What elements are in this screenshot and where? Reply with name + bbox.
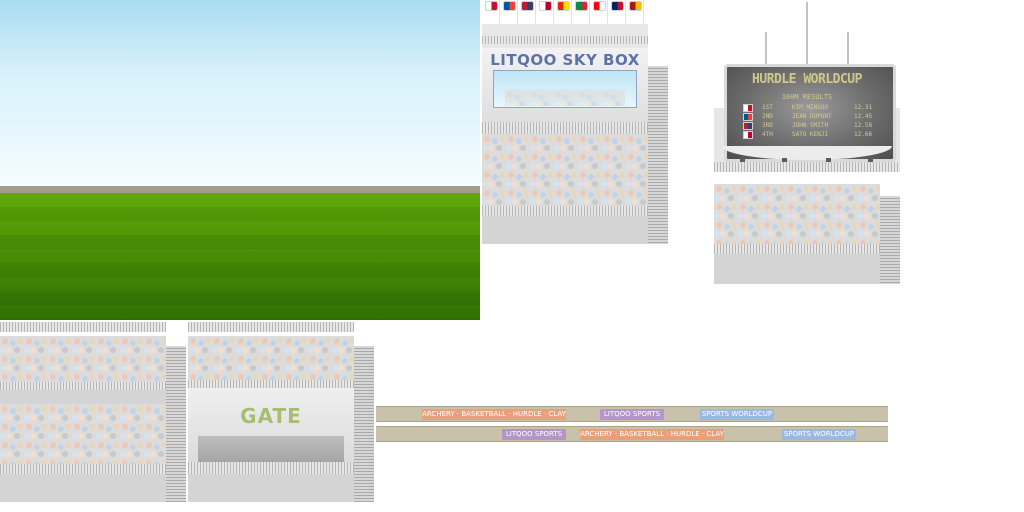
flag-bar	[482, 0, 648, 24]
china-flag	[557, 1, 570, 11]
stand-railing-top	[0, 322, 166, 332]
stand-side-steps	[880, 196, 900, 284]
stand-railing-bottom	[482, 206, 648, 216]
stand-base	[714, 254, 880, 284]
sky	[0, 0, 480, 186]
stand-railing-middle	[188, 380, 354, 388]
france-flag	[743, 113, 753, 121]
stand-walkway	[0, 390, 166, 404]
stand-base	[188, 474, 354, 502]
result-row: 4TH SATO KENJI 12.66	[738, 131, 884, 140]
result-rank: 4TH	[762, 131, 773, 138]
result-name: JEAN DUPONT	[792, 113, 832, 120]
result-time: 12.66	[854, 131, 873, 138]
stand-railing-top	[714, 162, 900, 172]
skybox-stand: LITQOO SKY BOX	[482, 0, 668, 244]
result-time: 12.31	[854, 104, 873, 111]
result-time: 12.45	[854, 113, 873, 120]
stand-railing-middle	[0, 382, 166, 390]
gate-stand: GATE	[188, 322, 374, 502]
ad-sports-worldcup: SPORTS WORLDCUP	[782, 429, 856, 440]
result-row: 2ND JEAN DUPONT 12.45	[738, 113, 884, 122]
spain-flag	[629, 1, 642, 11]
usa-flag	[743, 122, 753, 130]
antenna-pole-left	[765, 32, 767, 68]
roof-railing	[482, 36, 648, 44]
stand-base	[0, 474, 166, 502]
scoreboard-stand: HURDLE WORLDCUP 100M RESULTS 1ST KIM MIN…	[714, 0, 900, 284]
crowd	[188, 336, 354, 382]
ad-litqoo-sports: LITQOO SPORTS	[600, 409, 664, 420]
canada-flag	[593, 1, 606, 11]
stand-railing-top	[482, 122, 648, 134]
antenna-pole-center	[806, 2, 808, 68]
result-rank: 2ND	[762, 113, 773, 120]
result-row: 1ST KIM MINSOO 12.31	[738, 104, 884, 113]
result-name: JOHN SMITH	[792, 122, 829, 129]
skybox-title: LITQOO SKY BOX	[490, 51, 640, 69]
result-name: KIM MINSOO	[792, 104, 829, 111]
scoreboard-title: HURDLE WORLDCUP	[752, 72, 862, 87]
usa-flag	[521, 1, 534, 11]
italy-flag	[575, 1, 588, 11]
ad-sports-list: ARCHERY · BASKETBALL · HURDLE · CLAY	[422, 409, 566, 420]
result-rank: 1ST	[762, 104, 773, 111]
antenna-pole-right	[847, 32, 849, 68]
japan-flag	[743, 131, 753, 139]
ad-board-row-1: ARCHERY · BASKETBALL · HURDLE · CLAY LIT…	[376, 406, 888, 422]
gate-label: GATE	[240, 404, 302, 428]
france-flag	[503, 1, 516, 11]
ad-sports-worldcup: SPORTS WORLDCUP	[700, 409, 774, 420]
crowd	[0, 404, 166, 464]
gate-railing	[188, 462, 354, 474]
result-row: 3RD JOHN SMITH 12.58	[738, 122, 884, 131]
field-background	[0, 0, 480, 320]
skybox-window-crowd	[505, 90, 625, 106]
ad-litqoo-sports: LITQOO SPORTS	[502, 429, 566, 440]
korea-flag	[743, 104, 753, 112]
crowd	[0, 336, 166, 388]
stand-railing-bottom	[714, 244, 880, 254]
result-time: 12.58	[854, 122, 873, 129]
stand-side-steps	[648, 66, 668, 244]
result-rank: 3RD	[762, 122, 773, 129]
scoreboard-subtitle: 100M RESULTS	[781, 93, 833, 101]
stand-side-steps	[354, 346, 374, 502]
stand-side-steps	[166, 346, 186, 502]
result-name: SATO KENJI	[792, 131, 829, 138]
japan-flag	[539, 1, 552, 11]
korea-flag	[485, 1, 498, 11]
stand-railing-bottom	[0, 464, 166, 474]
crowd-stand	[0, 322, 186, 502]
ad-sports-list: ARCHERY · BASKETBALL · HURDLE · CLAY	[580, 429, 724, 440]
crowd	[482, 134, 648, 206]
grass-field	[0, 193, 480, 320]
field-wall	[0, 186, 480, 193]
stand-railing-top	[188, 322, 354, 332]
crowd	[714, 184, 880, 244]
stand-base	[482, 216, 648, 244]
ad-board-row-2: LITQOO SPORTS ARCHERY · BASKETBALL · HUR…	[376, 426, 888, 442]
uk-flag	[611, 1, 624, 11]
